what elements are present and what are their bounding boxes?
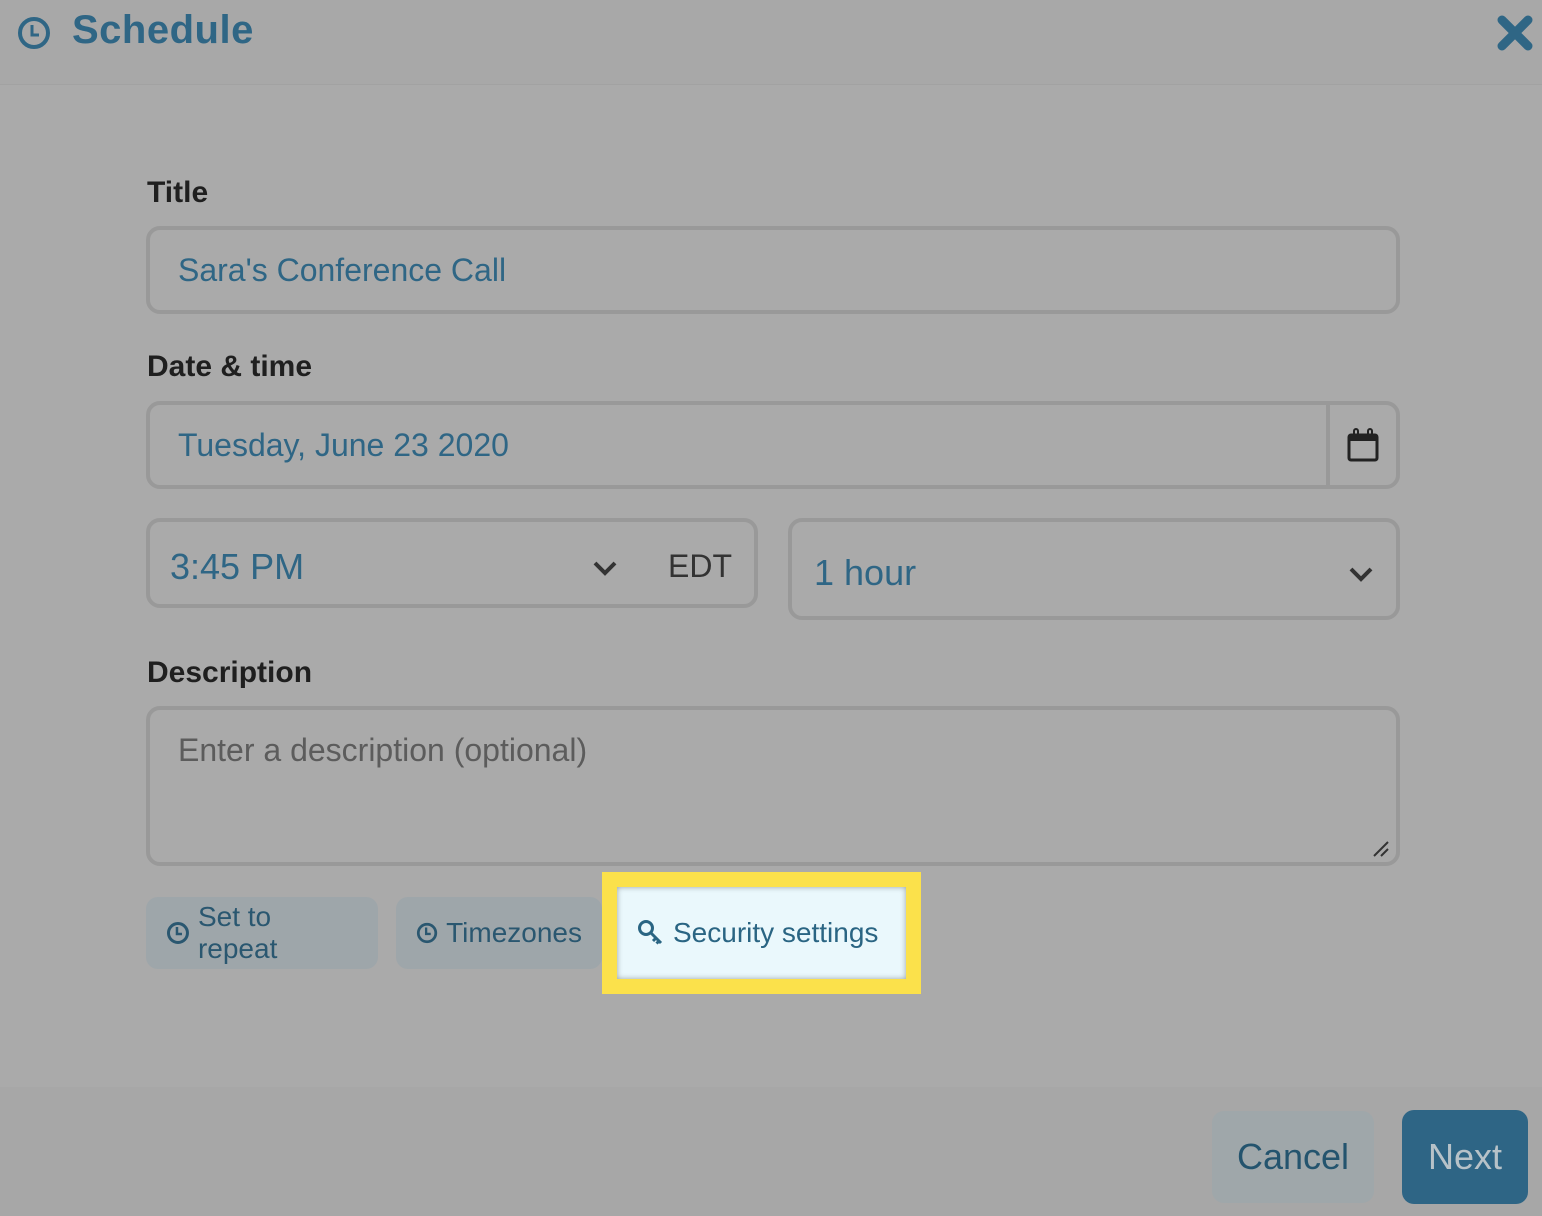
chevron-down-icon [593,561,617,576]
clock-icon [416,922,438,944]
duration-select-value: 1 hour [814,552,917,593]
close-icon[interactable] [1494,12,1536,54]
chevron-down-icon [1349,567,1373,582]
description-label: Description [147,656,313,689]
date-input[interactable]: Tuesday, June 23 2020 [146,401,1400,489]
security-settings-button[interactable]: Security settings [617,887,906,979]
date-input-value: Tuesday, June 23 2020 [178,427,509,463]
datetime-label: Date & time [147,350,313,383]
title-label: Title [147,176,209,209]
calendar-icon[interactable] [1346,427,1380,463]
set-to-repeat-button[interactable]: Set to repeat [146,897,378,969]
key-icon [638,920,663,945]
set-to-repeat-label: Set to repeat [197,901,278,964]
timezones-button[interactable]: Timezones [396,897,602,969]
description-textarea[interactable]: Enter a description (optional) [146,706,1400,866]
timezones-label: Timezones [446,917,582,948]
date-divider [1326,405,1330,485]
description-placeholder: Enter a description (optional) [178,732,588,768]
clock-icon [166,922,189,944]
time-select-value: 3:45 PM [170,546,305,587]
security-settings-label: Security settings [673,917,879,948]
next-button[interactable]: Next [1402,1110,1528,1204]
time-select[interactable]: 3:45 PM EDT [146,518,758,608]
title-input-value: Sara's Conference Call [178,252,507,288]
title-input[interactable]: Sara's Conference Call [146,226,1400,314]
dialog-title: Schedule [72,8,254,52]
dialog-header: Schedule [0,0,1542,85]
cancel-button[interactable]: Cancel [1212,1111,1374,1203]
resize-handle-icon[interactable] [1372,840,1390,858]
timezone-label: EDT [668,548,732,584]
clock-icon [18,17,50,49]
duration-select[interactable]: 1 hour [788,518,1400,620]
